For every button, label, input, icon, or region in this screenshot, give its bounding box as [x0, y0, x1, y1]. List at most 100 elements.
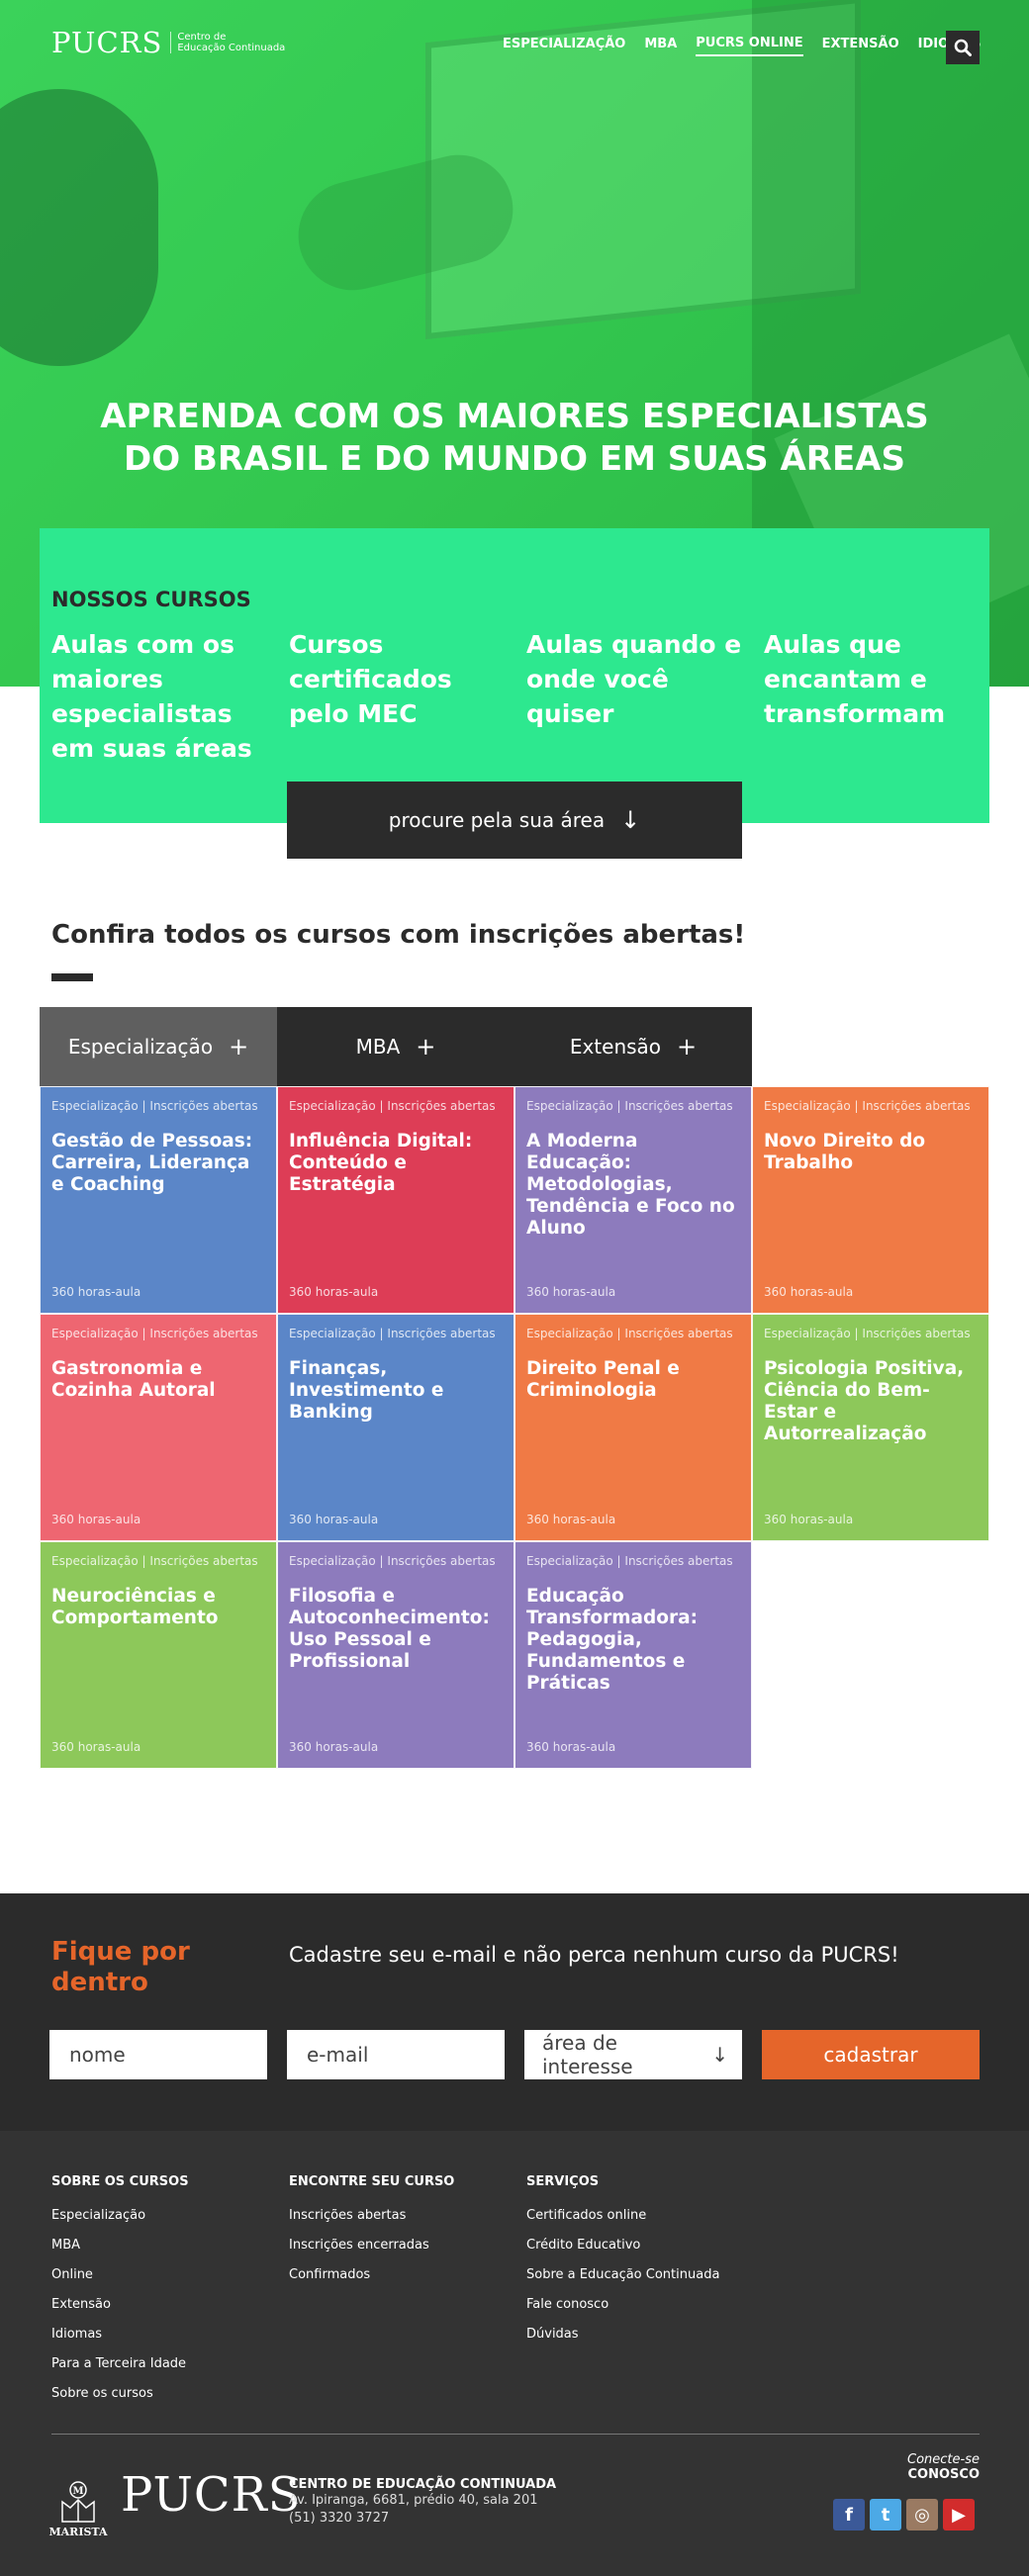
course-card[interactable]: Especialização | Inscrições abertas Direi… [514, 1314, 752, 1541]
youtube-icon[interactable]: ▶ [943, 2499, 975, 2530]
course-category: Especialização | Inscrições abertas [51, 1327, 258, 1340]
footer-link[interactable]: Sobre a Educação Continuada [526, 2260, 719, 2290]
course-category: Especialização | Inscrições abertas [764, 1099, 971, 1113]
newsletter-title: Fique por dentro [51, 1937, 190, 1997]
footer-link[interactable]: Inscrições encerradas [289, 2231, 454, 2260]
plus-icon: + [677, 1033, 698, 1060]
connect-line2: CONOSCO [907, 2467, 980, 2482]
footer: SOBRE OS CURSOS Especialização MBA Onlin… [0, 2131, 1029, 2576]
plus-icon: + [229, 1033, 249, 1060]
marista-logo[interactable]: M MARISTA [48, 2467, 108, 2538]
course-hours: 360 horas-aula [526, 1740, 616, 1754]
address-title: CENTRO DE EDUCAÇÃO CONTINUADA [289, 2477, 557, 2492]
course-card[interactable]: Especialização | Inscrições abertas Influ… [277, 1086, 514, 1314]
tab-label: Extensão [569, 1035, 662, 1058]
marista-emblem-icon: M [61, 2481, 95, 2523]
footer-link[interactable]: Inscrições abertas [289, 2201, 454, 2231]
interest-area-label: área de interesse [542, 2031, 633, 2078]
feature-mec: Cursos certificados pelo MEC [289, 630, 452, 728]
course-hours: 360 horas-aula [289, 1740, 379, 1754]
svg-text:M: M [72, 2486, 83, 2497]
courses-title: Confira todos os cursos com inscrições a… [51, 920, 746, 950]
footer-link[interactable]: Fale conosco [526, 2290, 719, 2320]
panel-heading: NOSSOS CURSOS [51, 588, 251, 611]
footer-link[interactable]: Confirmados [289, 2260, 454, 2290]
footer-pucrs-logo[interactable]: PUCRS [121, 2467, 302, 2523]
instagram-icon[interactable]: ◎ [906, 2499, 938, 2530]
nav-extensao[interactable]: EXTENSÃO [822, 37, 899, 55]
course-category: Especialização | Inscrições abertas [51, 1099, 258, 1113]
course-name: Direito Penal e Criminologia [526, 1358, 680, 1401]
courses-info-panel: NOSSOS CURSOS Aulas com os maiores espec… [40, 528, 989, 823]
course-hours: 360 horas-aula [51, 1513, 141, 1526]
course-name: Psicologia Positiva, Ciência do Bem-Esta… [764, 1358, 965, 1444]
footer-link[interactable]: Sobre os cursos [51, 2379, 189, 2409]
footer-link[interactable]: Especialização [51, 2201, 189, 2231]
tab-especializacao[interactable]: Especialização + [40, 1007, 277, 1086]
address-phone: (51) 3320 3727 [289, 2511, 390, 2526]
hero-title-line2: DO BRASIL E DO MUNDO EM SUAS ÁREAS [123, 439, 905, 479]
feature-anywhere: Aulas quando e onde você quiser [526, 630, 742, 728]
nav-pucrs-online[interactable]: PUCRS ONLINE [696, 36, 803, 56]
pucrs-logo[interactable]: PUCRS Centro de Educação Continuada [51, 26, 286, 59]
course-category: Especialização | Inscrições abertas [526, 1327, 733, 1340]
course-category: Especialização | Inscrições abertas [764, 1327, 971, 1340]
interest-area-select[interactable]: área de interesse ↓ [524, 2030, 742, 2079]
course-hours: 360 horas-aula [51, 1285, 141, 1299]
footer-col-sobre: SOBRE OS CURSOS Especialização MBA Onlin… [51, 2174, 189, 2409]
course-hours: 360 horas-aula [289, 1285, 379, 1299]
search-icon [954, 39, 972, 56]
footer-link[interactable]: Crédito Educativo [526, 2231, 719, 2260]
footer-link[interactable]: MBA [51, 2231, 189, 2260]
course-name: Gestão de Pessoas: Carreira, Liderança e… [51, 1131, 253, 1195]
plus-icon: + [416, 1033, 436, 1060]
footer-link[interactable]: Certificados online [526, 2201, 719, 2231]
footer-link[interactable]: Online [51, 2260, 189, 2290]
footer-divider [51, 2434, 980, 2435]
tab-extensao[interactable]: Extensão + [514, 1007, 752, 1086]
social-links: f t ◎ ▶ [833, 2499, 980, 2530]
course-category: Especialização | Inscrições abertas [526, 1099, 733, 1113]
footer-link[interactable]: Para a Terceira Idade [51, 2349, 189, 2379]
subscribe-button[interactable]: cadastrar [762, 2030, 980, 2079]
search-button[interactable] [946, 31, 980, 64]
facebook-icon[interactable]: f [833, 2499, 865, 2530]
course-card[interactable]: Especialização | Inscrições abertas Filos… [277, 1541, 514, 1769]
footer-link[interactable]: Dúvidas [526, 2320, 719, 2349]
course-card[interactable]: Especialização | Inscrições abertas Finan… [277, 1314, 514, 1541]
course-card[interactable]: Especialização | Inscrições abertas Psico… [752, 1314, 989, 1541]
search-area-label: procure pela sua área [388, 808, 606, 832]
nav-especializacao[interactable]: ESPECIALIZAÇÃO [503, 37, 625, 55]
twitter-icon[interactable]: t [870, 2499, 901, 2530]
marista-word: MARISTA [48, 2526, 108, 2538]
course-card[interactable]: Especialização | Inscrições abertas Gastr… [40, 1314, 277, 1541]
course-hours: 360 horas-aula [526, 1513, 616, 1526]
feature-transform: Aulas que encantam e transformam [764, 630, 946, 728]
course-hours: 360 horas-aula [289, 1513, 379, 1526]
course-name: Finanças, Investimento e Banking [289, 1358, 444, 1423]
course-grid: Especialização | Inscrições abertas Gestã… [40, 1086, 989, 1769]
footer-heading: ENCONTRE SEU CURSO [289, 2174, 455, 2189]
course-card[interactable]: Especialização | Inscrições abertas Novo … [752, 1086, 989, 1314]
course-card[interactable]: Especialização | Inscrições abertas Educa… [514, 1541, 752, 1769]
tab-mba[interactable]: MBA + [277, 1007, 514, 1086]
logo-sub-line2: Educação Continuada [177, 43, 286, 53]
footer-col-servicos: SERVIÇOS Certificados online Crédito Edu… [526, 2174, 719, 2349]
course-category: Especialização | Inscrições abertas [289, 1554, 496, 1568]
course-hours: 360 horas-aula [764, 1513, 854, 1526]
search-area-button[interactable]: procure pela sua área ↓ [287, 782, 742, 859]
course-name: A Moderna Educação: Metodologias, Tendên… [526, 1131, 735, 1239]
course-name: Novo Direito do Trabalho [764, 1131, 926, 1173]
footer-heading: SOBRE OS CURSOS [51, 2174, 189, 2189]
email-input[interactable]: e-mail [287, 2030, 505, 2079]
course-card[interactable]: Especialização | Inscrições abertas Neuro… [40, 1541, 277, 1769]
footer-link[interactable]: Extensão [51, 2290, 189, 2320]
course-card[interactable]: Especialização | Inscrições abertas Gestã… [40, 1086, 277, 1314]
course-name: Neurociências e Comportamento [51, 1586, 219, 1628]
title-underline [51, 973, 93, 981]
connect-line1: Conecte-se [907, 2452, 980, 2467]
course-card[interactable]: Especialização | Inscrições abertas A Mod… [514, 1086, 752, 1314]
nav-mba[interactable]: MBA [644, 37, 677, 55]
footer-link[interactable]: Idiomas [51, 2320, 189, 2349]
name-input[interactable]: nome [49, 2030, 267, 2079]
